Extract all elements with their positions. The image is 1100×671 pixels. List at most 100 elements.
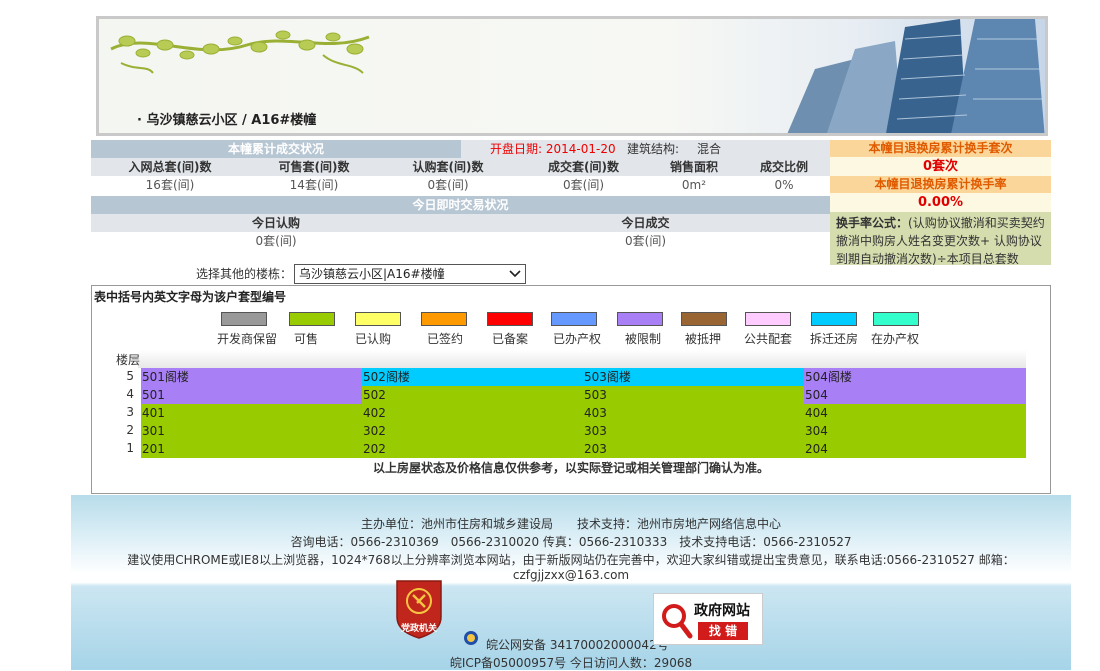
value-sales-area: 0m² [681,178,707,192]
legend-swatch [873,312,919,326]
legend-swatch [355,312,401,326]
header-sales-area: 销售面积 [650,158,738,176]
header-subscribed: 认购套(间)数 [379,158,517,176]
chevron-down-icon [509,270,521,278]
swap-count-value: 0套次 [830,157,1051,176]
legend-label: 被抵押 [685,332,722,346]
unit-cell[interactable]: 303 [583,422,804,440]
floor-header-band [138,350,1026,368]
formula-label: 换手率公式： [836,216,909,230]
gov-error-title: 政府网站 [694,603,750,619]
header-available: 可售套(间)数 [249,158,379,176]
unit-cell[interactable]: 502 [362,386,583,404]
legend-label: 在办产权 [871,332,920,346]
legend-label: 公共配套 [744,332,793,346]
legend-swatch [421,312,467,326]
legend-label: 已签约 [427,332,464,346]
police-record[interactable]: 皖公网安备 34170002000042号 [486,636,669,653]
swap-count-title: 本幢目退换房累计换手套次 [830,140,1051,157]
turnover-panel: 本幢目退换房累计换手套次 0套次 本幢目退换房累计换手率 0.00% 换手率公式… [830,140,1051,266]
legend-swatch [681,312,727,326]
legend-swatch [745,312,791,326]
floor-number: 3 [126,405,134,419]
building-select-label: 选择其他的楼栋： [196,267,293,281]
value-sold: 0套(间) [563,178,604,192]
unit-cell[interactable]: 302 [362,422,583,440]
legend-swatch [551,312,597,326]
floor-number: 1 [126,441,134,455]
unit-cell[interactable]: 502阁楼 [362,368,583,386]
footer-browser-note: 建议使用CHROME或IE8以上浏览器，1024*768以上分辨率浏览本网站，由… [127,553,1015,582]
floor-number: 4 [126,387,134,401]
party-gov-badge[interactable]: 党政机关 [393,577,445,639]
value-today-subscribed: 0套(间) [255,234,297,248]
legend-label: 已备案 [492,332,529,346]
unit-cell[interactable]: 404 [804,404,1026,422]
header-total-units: 入网总套(间)数 [91,158,249,176]
grid-title: 表中括号内英文字母为该户套型编号 [94,290,287,304]
police-emblem-icon [464,631,478,645]
unit-cell[interactable]: 203 [583,440,804,458]
footer: 主办单位：池州市住房和城乡建设局 技术支持：池州市房地产网络信息中心 咨询电话：… [71,495,1071,670]
footer-sponsor: 主办单位：池州市住房和城乡建设局 技术支持：池州市房地产网络信息中心 [360,517,781,531]
legend-label: 拆迁还房 [810,332,859,346]
gov-error-sub: 找 错 [698,622,748,640]
unit-cell[interactable]: 501 [141,386,362,404]
cumulative-status-bar: 本幢累计成交状况 [91,140,461,158]
gov-error-button[interactable]: 政府网站 找 错 [653,593,763,645]
legend-swatch [221,312,267,326]
value-sold-ratio: 0% [774,178,794,192]
swap-rate-title: 本幢目退换房累计换手率 [830,176,1051,193]
unit-cell[interactable]: 304 [804,422,1026,440]
unit-cell[interactable]: 403 [583,404,804,422]
legend-label: 被限制 [625,332,662,346]
vine-decoration-icon [110,30,370,74]
value-subscribed: 0套(间) [427,178,469,192]
unit-cell[interactable]: 504阁楼 [804,368,1026,386]
page-title: · 乌沙镇慈云小区 / A16#楼幢 [137,113,317,128]
footer-phones: 咨询电话：0566-2310369 0566-2310020 传真：0566-2… [290,535,852,549]
header-sold: 成交套(间)数 [517,158,650,176]
party-badge-label: 党政机关 [400,624,437,634]
floor-number: 2 [126,423,134,437]
value-today-sold: 0套(间) [625,234,666,248]
unit-cell[interactable]: 504 [804,386,1026,404]
swap-rate-value: 0.00% [830,193,1051,212]
legend-label: 可售 [294,332,319,346]
building-select[interactable]: 乌沙镇慈云小区|A16#楼幢 [294,264,526,284]
legend-swatch [487,312,533,326]
unit-cell[interactable]: 503 [583,386,804,404]
today-status-bar: 今日即时交易状况 [91,196,830,214]
legend-swatch [289,312,335,326]
header-today-sold: 今日成交 [461,214,830,232]
unit-grid-panel: 表中括号内英文字母为该户套型编号 开发商保留 可售 已认购 已签约 已备案 已办产权 被限制… [91,285,1051,494]
unit-cell[interactable]: 501阁楼 [141,368,362,386]
unit-cell[interactable]: 202 [362,440,583,458]
legend-label: 已办产权 [553,332,602,346]
unit-cell[interactable]: 401 [141,404,362,422]
legend-swatch [811,312,857,326]
icp-visits: 皖ICP备05000957号 今日访问人数：29068 [449,656,693,670]
unit-cell[interactable]: 301 [141,422,362,440]
disclaimer-note: 以上房屋状态及价格信息仅供参考，以实际登记或相关管理部门确认为准。 [372,461,769,475]
legend-label: 开发商保留 [217,332,278,346]
magnifier-icon [662,604,693,639]
skyline-image-icon [787,19,1045,133]
open-date: 开盘日期: 2014-01-20 [490,142,616,156]
header-today-subscribed: 今日认购 [91,214,461,232]
floor-number: 5 [126,369,134,383]
unit-cell[interactable]: 201 [141,440,362,458]
unit-cell[interactable]: 402 [362,404,583,422]
formula-box: 换手率公式：(认购协议撤消和买卖契约撤消中购房人姓名变更次数+ 认购协议到期自动… [830,212,1051,266]
unit-cell[interactable]: 503阁楼 [583,368,804,386]
legend-label: 已认购 [355,332,392,346]
header-banner: · 乌沙镇慈云小区 / A16#楼幢 [96,16,1048,136]
structure-label: 建筑结构: [627,142,680,156]
building-select-value: 乌沙镇慈云小区|A16#楼幢 [299,267,445,281]
legend-swatch [617,312,663,326]
structure-value: 混合 [697,142,722,156]
value-total-units: 16套(间) [145,178,195,192]
unit-cell[interactable]: 204 [804,440,1026,458]
header-sold-ratio: 成交比例 [738,158,830,176]
value-available: 14套(间) [289,178,339,192]
